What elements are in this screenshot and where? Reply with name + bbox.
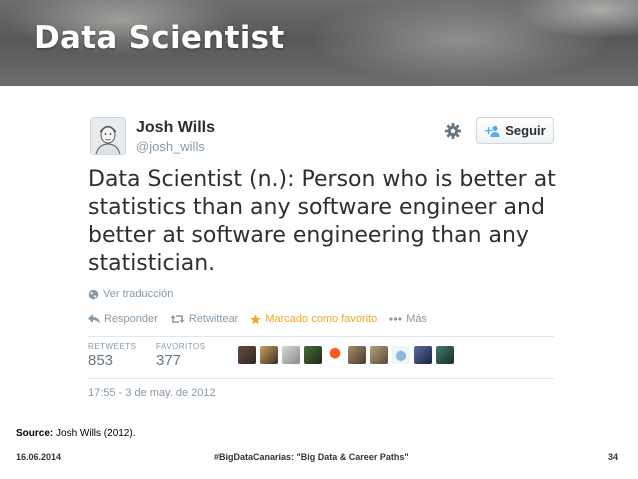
avatar-sketch-icon [91, 118, 125, 154]
avatar[interactable] [348, 346, 366, 364]
settings-button[interactable] [444, 122, 462, 140]
source-text: Josh Wills (2012). [53, 428, 136, 439]
slide-title: Data Scientist [34, 20, 285, 56]
slide-header: Data Scientist [0, 0, 638, 86]
retweet-label: Retwittear [188, 313, 239, 325]
globe-icon [88, 289, 99, 299]
avatar[interactable] [304, 346, 322, 364]
source-label: Source: [16, 428, 54, 439]
follow-button[interactable]: + Seguir [476, 117, 554, 144]
footer-date: 16.06.2014 [16, 452, 62, 462]
favorites-stat[interactable]: FAVORITOS 377 [156, 342, 224, 369]
avatar[interactable] [90, 117, 126, 155]
favorites-count: 377 [156, 352, 182, 369]
author-name[interactable]: Josh Wills [136, 119, 215, 137]
retweet-button[interactable]: Retwittear [170, 313, 239, 325]
divider [88, 378, 554, 379]
reply-icon [88, 314, 100, 324]
avatar[interactable] [238, 346, 256, 364]
tweet-timestamp[interactable]: 17:55 - 3 de may. de 2012 [88, 387, 216, 399]
avatar[interactable] [282, 346, 300, 364]
add-user-icon: + [484, 125, 500, 137]
retweets-stat[interactable]: RETWEETS 853 [88, 342, 156, 369]
avatar[interactable] [260, 346, 278, 364]
divider [88, 336, 554, 337]
retweets-count: 853 [88, 352, 114, 369]
avatar[interactable] [436, 346, 454, 364]
retweet-icon [170, 315, 185, 323]
gear-icon [445, 123, 461, 139]
more-button[interactable]: Más [389, 313, 427, 325]
follow-label: Seguir [505, 123, 546, 138]
avatar[interactable] [326, 346, 344, 364]
reply-button[interactable]: Responder [88, 313, 158, 325]
avatar[interactable] [392, 346, 410, 364]
reply-label: Responder [104, 313, 158, 325]
star-icon [250, 313, 262, 324]
avatar[interactable] [370, 346, 388, 364]
favorites-label: FAVORITOS [156, 342, 206, 351]
favorite-label: Marcado como favorito [265, 313, 378, 325]
tweet-actions: Responder Retwittear Marcado como favori… [88, 313, 427, 325]
favorite-button[interactable]: Marcado como favorito [250, 313, 377, 325]
translate-link[interactable]: Ver traducción [88, 288, 173, 300]
translate-label: Ver traducción [103, 288, 174, 300]
tweet-card: Josh Wills @josh_wills + Seguir Data Sci… [70, 100, 567, 412]
tweet-text: Data Scientist (n.): Person who is bette… [88, 167, 556, 276]
source-citation: Source: Josh Wills (2012). [16, 428, 135, 439]
page-number: 34 [607, 452, 618, 462]
footer-event: #BigDataCanarias: "Big Data & Career Pat… [214, 452, 409, 462]
more-dots-icon [389, 317, 402, 321]
favoriters-avatars [238, 346, 454, 364]
retweets-label: RETWEETS [88, 342, 137, 351]
more-label: Más [406, 313, 428, 325]
tweet-stats: RETWEETS 853 FAVORITOS 377 [88, 342, 224, 369]
author-handle[interactable]: @josh_wills [136, 139, 205, 154]
avatar[interactable] [414, 346, 432, 364]
